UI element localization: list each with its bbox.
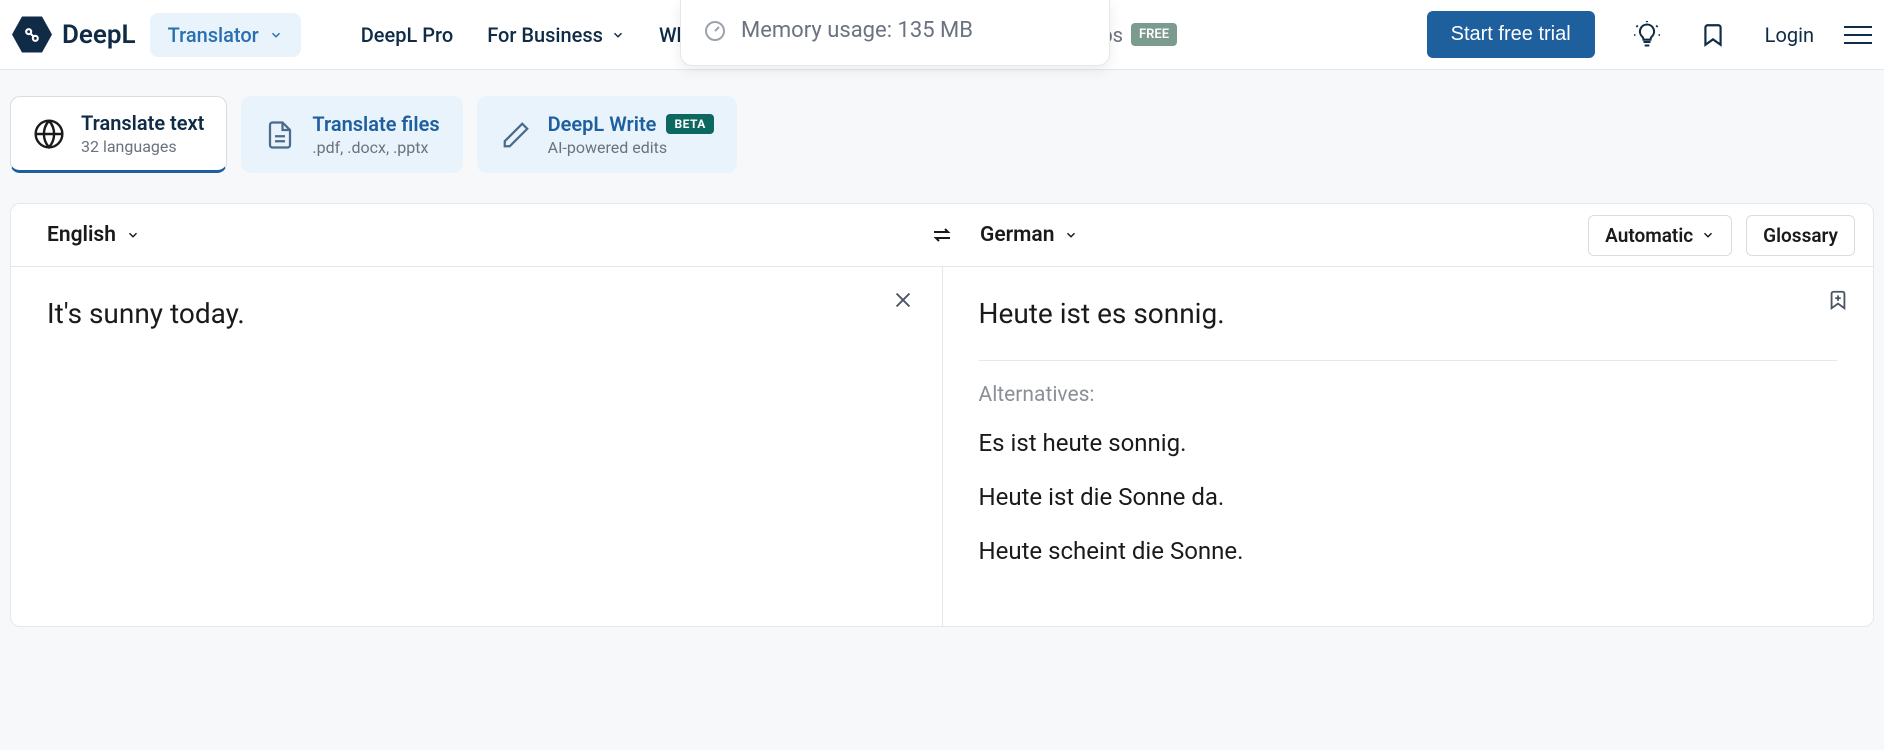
memory-overlay: Memory usage: 135 MB <box>680 0 1110 66</box>
product-switcher-label: Translator <box>168 23 259 47</box>
start-free-trial-button[interactable]: Start free trial <box>1427 11 1595 58</box>
tab-deepl-write[interactable]: DeepL Write BETA AI-powered edits <box>477 96 737 173</box>
logo-icon <box>12 15 52 55</box>
brand-name: DeepL <box>62 20 136 50</box>
alternative-item[interactable]: Es ist heute sonnig. <box>979 429 1838 457</box>
target-text[interactable]: Heute ist es sonnig. <box>979 297 1838 330</box>
chevron-down-icon <box>611 28 625 42</box>
bookmark-add-icon <box>1827 289 1849 311</box>
login-link[interactable]: Login <box>1765 23 1814 47</box>
formality-selector[interactable]: Automatic <box>1588 215 1732 256</box>
swap-languages-button[interactable] <box>930 223 954 247</box>
clear-source-button[interactable] <box>892 289 914 311</box>
saved-button[interactable] <box>1699 21 1727 49</box>
appearance-button[interactable] <box>1633 21 1661 49</box>
nav-business[interactable]: For Business <box>487 23 625 47</box>
logo[interactable]: DeepL <box>12 15 136 55</box>
beta-badge: BETA <box>666 114 713 134</box>
globe-icon <box>33 118 65 150</box>
pencil-icon <box>500 119 532 151</box>
tab-translate-text[interactable]: Translate text 32 languages <box>10 96 227 173</box>
menu-button[interactable] <box>1844 20 1872 50</box>
tab-title: DeepL Write <box>548 112 657 136</box>
save-translation-button[interactable] <box>1827 289 1849 311</box>
source-language-label: English <box>47 223 116 247</box>
alternative-item[interactable]: Heute ist die Sonne da. <box>979 483 1838 511</box>
source-pane[interactable]: It's sunny today. <box>11 267 943 626</box>
gauge-icon <box>703 19 727 43</box>
chevron-down-icon <box>1064 228 1078 242</box>
glossary-button[interactable]: Glossary <box>1746 215 1855 256</box>
close-icon <box>892 289 914 311</box>
tab-subtitle: .pdf, .docx, .pptx <box>312 138 439 157</box>
free-badge: FREE <box>1131 23 1177 46</box>
tab-subtitle: 32 languages <box>81 137 204 156</box>
document-icon <box>264 119 296 151</box>
chevron-down-icon <box>1701 228 1715 242</box>
source-language-selector[interactable]: English <box>47 223 940 247</box>
lightbulb-icon <box>1633 21 1661 49</box>
target-pane: Heute ist es sonnig. Alternatives: Es is… <box>943 267 1874 626</box>
tab-subtitle: AI-powered edits <box>548 138 714 157</box>
swap-icon <box>930 223 954 247</box>
tab-title: Translate files <box>312 112 439 136</box>
chevron-down-icon <box>269 28 283 42</box>
product-switcher[interactable]: Translator <box>150 13 301 57</box>
memory-text: Memory usage: 135 MB <box>741 18 973 43</box>
alternatives-label: Alternatives: <box>979 383 1838 407</box>
tab-translate-files[interactable]: Translate files .pdf, .docx, .pptx <box>241 96 462 173</box>
alternative-item[interactable]: Heute scheint die Sonne. <box>979 537 1838 565</box>
tab-title: Translate text <box>81 111 204 135</box>
chevron-down-icon <box>126 228 140 242</box>
bookmark-icon <box>1700 22 1726 48</box>
source-text[interactable]: It's sunny today. <box>47 297 906 330</box>
target-language-selector[interactable]: German <box>980 223 1078 247</box>
target-language-label: German <box>980 223 1054 247</box>
nav-pro[interactable]: DeepL Pro <box>361 23 453 47</box>
